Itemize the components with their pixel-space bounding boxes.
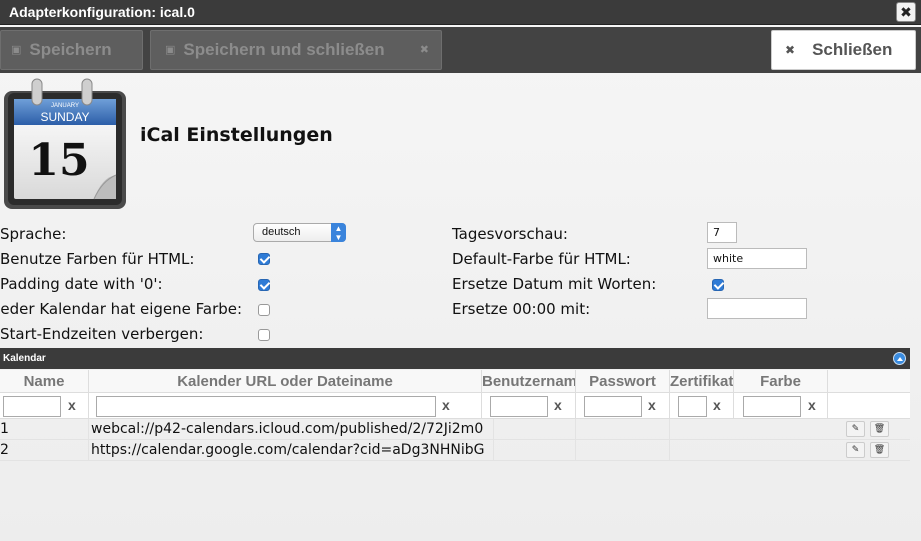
logo-day: 15 (28, 135, 89, 186)
filter-row: x x x x x x (0, 393, 910, 419)
edit-button[interactable]: ✎ (846, 442, 865, 458)
collapse-icon[interactable] (893, 352, 906, 365)
filter-input-passwort[interactable] (584, 396, 642, 417)
sprache-select[interactable]: deutsch ▲ ▼ (253, 223, 346, 242)
filter-input-farbe[interactable] (743, 396, 801, 417)
ersetze-datum-checkbox[interactable] (712, 279, 724, 291)
start-end-checkbox[interactable] (258, 329, 270, 341)
filter-cell-benutzername: x (482, 393, 576, 419)
benutze-farben-label: Benutze Farben für HTML: (0, 250, 195, 268)
column-header-passwort[interactable]: Passwort (576, 370, 670, 393)
filter-clear-button[interactable]: x (713, 397, 721, 413)
padding-date-checkbox[interactable] (258, 279, 270, 291)
filter-clear-button[interactable]: x (808, 397, 816, 413)
pencil-icon: ✎ (851, 424, 860, 434)
ersetze-datum-label: Ersetze Datum mit Worten: (452, 275, 657, 293)
filter-cell-url: x (89, 393, 482, 419)
padding-date-label: Padding date with '0': (0, 275, 163, 293)
updown-arrows-icon: ▲ ▼ (331, 223, 346, 242)
save-icon: ▣ (11, 44, 22, 56)
trash-icon: 🗑 (873, 445, 886, 455)
filter-clear-button[interactable]: x (68, 397, 76, 413)
sprache-select-value: deutsch (262, 226, 301, 238)
delete-button[interactable]: 🗑 (870, 421, 889, 437)
filter-cell-passwort: x (576, 393, 670, 419)
default-farbe-label: Default-Farbe für HTML: (452, 250, 631, 268)
delete-button[interactable]: 🗑 (870, 442, 889, 458)
row-benutzername (494, 440, 576, 461)
filter-clear-button[interactable]: x (442, 397, 450, 413)
save-button[interactable]: ▣ Speichern (0, 30, 143, 70)
pencil-icon: ✎ (851, 445, 860, 455)
row-passwort (576, 440, 670, 461)
filter-cell-name: x (0, 393, 89, 419)
close-icon: ✖ (419, 44, 429, 56)
filter-input-url[interactable] (96, 396, 436, 417)
close-button-label: Schließen (812, 40, 893, 59)
trash-icon: 🗑 (873, 424, 886, 434)
ersetze-0000-input[interactable] (707, 298, 807, 319)
window-close-button[interactable]: ✖ (896, 2, 916, 22)
column-header-benutzername[interactable]: Benutzername (482, 370, 576, 393)
filter-clear-button[interactable]: x (648, 397, 656, 413)
jeder-kalendar-checkbox[interactable] (258, 304, 270, 316)
column-header-url[interactable]: Kalender URL oder Dateiname (89, 370, 482, 393)
toolbar: ▣ Speichern ▣ Speichern und schließen ✖ ✖ S… (0, 27, 921, 73)
row-url: https://calendar.google.com/calendar?cid… (89, 440, 494, 461)
ersetze-0000-label: Ersetze 00:00 mit: (452, 300, 591, 318)
tagesvorschau-label: Tagesvorschau: (452, 225, 568, 243)
row-benutzername (494, 419, 576, 440)
column-header-zertifikat[interactable]: Zertifikat (670, 370, 734, 393)
logo-weekday: SUNDAY (40, 110, 89, 124)
window-titlebar: Adapterkonfiguration: ical.0 ✖ (0, 0, 921, 25)
page-title: iCal Einstellungen (140, 124, 333, 146)
filter-clear-button[interactable]: x (554, 397, 562, 413)
filter-cell-zertifikat: x (670, 393, 734, 419)
default-farbe-input[interactable]: white (707, 248, 807, 269)
table-row[interactable]: 1 webcal://p42-calendars.icloud.com/publ… (0, 419, 910, 440)
save-icon: ▣ (165, 44, 176, 56)
filter-cell-farbe: x (734, 393, 828, 419)
column-header-actions (828, 370, 910, 393)
row-name: 1 (0, 419, 89, 440)
kalendar-panel-title: Kalendar (3, 353, 46, 364)
row-passwort (576, 419, 670, 440)
row-name: 2 (0, 440, 89, 461)
sprache-label: Sprache: (0, 225, 67, 243)
row-url: webcal://p42-calendars.icloud.com/publis… (89, 419, 494, 440)
table-row[interactable]: 2 https://calendar.google.com/calendar?c… (0, 440, 910, 461)
column-header-farbe[interactable]: Farbe (734, 370, 828, 393)
close-button[interactable]: ✖ Schließen (771, 30, 916, 70)
save-and-close-button[interactable]: ▣ Speichern und schließen ✖ (150, 30, 442, 70)
tagesvorschau-input[interactable]: 7 (707, 222, 737, 243)
logo-month: JANUARY (51, 103, 79, 109)
filter-input-benutzername[interactable] (490, 396, 548, 417)
save-button-label: Speichern (29, 40, 112, 59)
close-icon: ✖ (900, 4, 912, 20)
close-icon: ✖ (785, 43, 796, 57)
filter-input-zertifikat[interactable] (678, 396, 707, 417)
edit-button[interactable]: ✎ (846, 421, 865, 437)
start-end-label: Start-Endzeiten verbergen: (0, 325, 204, 343)
jeder-kalendar-label: Jeder Kalendar hat eigene Farbe: (0, 300, 243, 318)
window-title: Adapterkonfiguration: ical.0 (9, 4, 195, 20)
benutze-farben-checkbox[interactable] (258, 253, 270, 265)
filter-input-name[interactable] (3, 396, 61, 417)
column-header-name[interactable]: Name (0, 370, 89, 393)
kalendar-panel-header: Kalendar (0, 348, 910, 369)
save-and-close-label: Speichern und schließen (183, 40, 385, 59)
ical-logo: JANUARY SUNDAY 15 (4, 78, 126, 209)
